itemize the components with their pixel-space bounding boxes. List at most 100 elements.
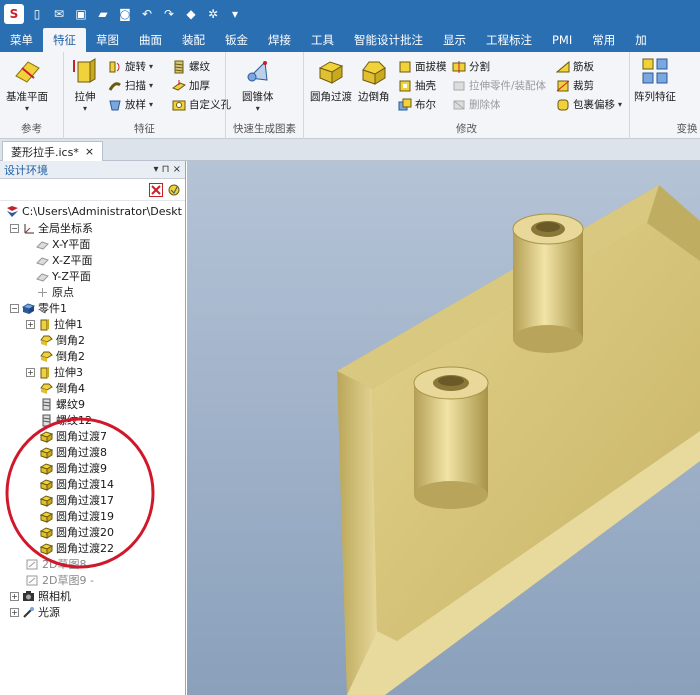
datum-plane-button[interactable]: 基准平面 ▾ <box>6 56 48 113</box>
shell-icon <box>399 80 411 91</box>
extrude-button[interactable]: 拉伸 ▾ <box>70 56 100 113</box>
group-transform: 阵列特征 变换 <box>630 52 700 139</box>
document-tab-title: 菱形拉手.ics* <box>11 145 79 159</box>
thicken-icon <box>172 79 186 91</box>
datum-plane-icon <box>15 61 40 83</box>
split-button[interactable]: 分割 <box>452 58 490 75</box>
tab-weld[interactable]: 焊接 <box>258 28 301 52</box>
group-feature: 拉伸 ▾ 旋转 ▾ 扫描 ▾ 放样 ▾ 螺纹 加厚 自定义孔 特征 <box>64 52 231 139</box>
threaded-boss-rear <box>513 229 583 339</box>
rib-icon <box>556 60 570 72</box>
rib-button[interactable]: 筋板 <box>556 58 594 75</box>
document-tab[interactable]: 菱形拉手.ics* × <box>2 141 104 161</box>
undo-icon[interactable]: ↶ <box>138 5 156 23</box>
panel-title: 设计环境 <box>4 163 48 177</box>
delete-body-button[interactable]: 删除体 <box>452 96 501 113</box>
group-quick-primitives: 圆锥体 ▾ 快速生成图素 <box>226 52 304 139</box>
panel-header: 设计环境 ▾ ⊓ × <box>0 161 185 179</box>
chevron-down-icon: ▾ <box>255 104 260 113</box>
boolean-button[interactable]: 布尔 <box>398 96 436 113</box>
design-tree: C:\Users\Administrator\Deskt − 全局坐标系 X-Y… <box>0 201 185 695</box>
save-icon[interactable]: ◙ <box>116 5 134 23</box>
trim-icon <box>556 80 570 91</box>
revolve-button[interactable]: 旋转 ▾ <box>108 58 153 75</box>
threaded-boss-front <box>414 383 488 495</box>
group-label-reference: 参考 <box>21 123 42 135</box>
split-icon <box>452 60 466 73</box>
group-label-feature: 特征 <box>134 123 155 135</box>
fillet-icon <box>318 61 344 84</box>
wrap-offset-button[interactable]: 包裹偏移 ▾ <box>556 96 622 113</box>
chevron-down-icon: ▾ <box>82 104 87 113</box>
render-icon[interactable]: ◆ <box>182 5 200 23</box>
wrap-offset-icon <box>557 99 569 110</box>
tab-common[interactable]: 常用 <box>582 28 625 52</box>
loft-button[interactable]: 放样 ▾ <box>108 96 153 113</box>
boolean-icon <box>398 98 412 110</box>
3d-viewport[interactable] <box>187 161 700 695</box>
cone-button[interactable]: 圆锥体 ▾ <box>242 56 274 113</box>
new-file-icon[interactable]: ▯ <box>28 5 46 23</box>
highlight-circle <box>5 417 155 569</box>
design-environment-panel: 设计环境 ▾ ⊓ × C:\Users\Administrator\Deskt … <box>0 161 186 695</box>
pattern-icon <box>642 58 668 84</box>
ribbon-tabs: 菜单 特征 草图 曲面 装配 钣金 焊接 工具 智能设计批注 显示 工程标注 P… <box>0 28 700 52</box>
thread-icon <box>174 60 184 73</box>
tab-assembly[interactable]: 装配 <box>172 28 215 52</box>
redo-icon[interactable]: ↷ <box>160 5 178 23</box>
group-label-modify: 修改 <box>456 123 477 135</box>
app-logo-icon: S <box>4 4 24 24</box>
face-draft-button[interactable]: 面拔模 <box>398 58 447 75</box>
customize-dropdown-icon[interactable]: ▾ <box>226 5 244 23</box>
panel-window-controls[interactable]: ▾ ⊓ × <box>153 164 181 175</box>
tab-sketch[interactable]: 草图 <box>86 28 129 52</box>
tab-drawing-annotation[interactable]: 工程标注 <box>476 28 542 52</box>
extrude-icon <box>73 58 96 83</box>
extrude-part-icon <box>453 81 465 90</box>
document-tab-strip: 菱形拉手.ics* × <box>0 139 700 161</box>
delete-icon[interactable] <box>149 182 163 197</box>
delete-body-icon <box>453 100 465 109</box>
tab-surface[interactable]: 曲面 <box>129 28 172 52</box>
thicken-button[interactable]: 加厚 <box>172 77 210 94</box>
pattern-feature-button[interactable]: 阵列特征 <box>634 56 676 104</box>
tab-sheetmetal[interactable]: 钣金 <box>215 28 258 52</box>
ribbon-panel: 基准平面 ▾ 参考 拉伸 ▾ 旋转 ▾ 扫描 ▾ 放样 ▾ 螺纹 加厚 自定义孔… <box>0 52 700 139</box>
chamfer-button[interactable]: 边倒角 <box>358 56 390 104</box>
open-folder-icon[interactable]: ▰ <box>94 5 112 23</box>
group-label-quick: 快速生成图素 <box>233 123 296 135</box>
chamfer-icon <box>361 61 386 85</box>
sweep-button[interactable]: 扫描 ▾ <box>108 77 153 94</box>
draft-icon <box>399 61 411 72</box>
part-model <box>337 185 700 695</box>
close-icon[interactable]: × <box>85 145 94 158</box>
revolve-icon <box>109 61 120 72</box>
trim-button[interactable]: 裁剪 <box>556 77 594 94</box>
panel-toolbar <box>0 179 185 201</box>
group-modify: 圆角过渡 边倒角 面拔模 抽壳 布尔 分割 拉伸零件/装配体 删除体 筋板 裁剪… <box>304 52 630 139</box>
tab-pmi[interactable]: PMI <box>542 28 582 52</box>
quick-access-toolbar: S ▯ ✉ ▣ ▰ ◙ ↶ ↷ ◆ ✲ ▾ <box>0 0 700 28</box>
close-file-icon[interactable]: ✉ <box>50 5 68 23</box>
tab-smart-annotation[interactable]: 智能设计批注 <box>344 28 433 52</box>
group-reference: 基准平面 ▾ 参考 <box>0 52 64 139</box>
tab-feature[interactable]: 特征 <box>43 28 86 52</box>
tab-display[interactable]: 显示 <box>433 28 476 52</box>
custom-hole-button[interactable]: 自定义孔 <box>172 96 231 113</box>
tab-menu[interactable]: 菜单 <box>0 28 43 52</box>
loft-icon <box>109 100 121 110</box>
fillet-button[interactable]: 圆角过渡 <box>310 56 352 104</box>
filter-icon[interactable] <box>167 183 181 197</box>
shell-button[interactable]: 抽壳 <box>398 77 436 94</box>
hole-icon <box>172 100 186 110</box>
tab-more[interactable]: 加 <box>625 28 657 52</box>
group-label-transform: 变换 <box>676 123 698 135</box>
save-all-icon[interactable]: ▣ <box>72 5 90 23</box>
thread-button[interactable]: 螺纹 <box>172 58 210 75</box>
extrude-part-button[interactable]: 拉伸零件/装配体 <box>452 77 546 94</box>
sweep-icon <box>108 81 121 91</box>
cone-icon <box>247 60 268 82</box>
chevron-down-icon: ▾ <box>24 104 29 113</box>
smart-icon[interactable]: ✲ <box>204 5 222 23</box>
tab-tools[interactable]: 工具 <box>301 28 344 52</box>
